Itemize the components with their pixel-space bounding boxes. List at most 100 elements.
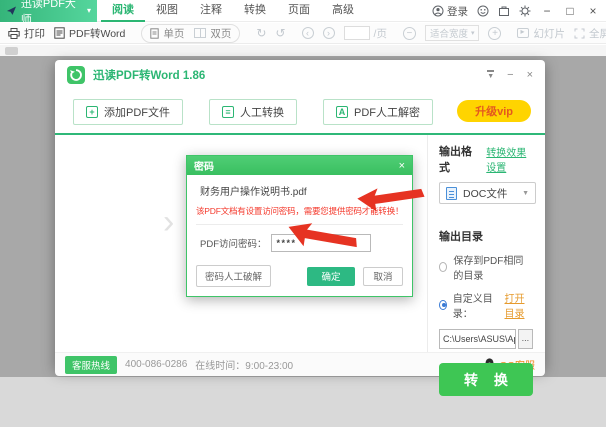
slideshow-icon	[517, 28, 529, 38]
double-page-icon	[194, 28, 206, 38]
same-dir-label: 保存到PDF相同的目录	[453, 252, 533, 282]
dialog-titlebar: 密码 ×	[187, 156, 412, 175]
hotline-badge: 客服热线	[65, 356, 117, 374]
tab-page[interactable]: 页面	[277, 0, 321, 22]
converter-logo-icon	[67, 66, 85, 84]
tab-convert[interactable]: 转换	[233, 0, 277, 22]
chevron-down-icon: ▼	[522, 190, 529, 197]
browse-button[interactable]: ...	[518, 329, 533, 349]
minimize-button[interactable]: −	[540, 4, 554, 18]
add-file-icon: +	[86, 106, 98, 118]
sidebar-toggle[interactable]	[5, 47, 18, 55]
slideshow-label: 幻灯片	[533, 26, 565, 41]
cancel-button[interactable]: 取消	[363, 267, 403, 286]
decrypt-icon: A	[336, 106, 348, 118]
pdf-decrypt-button[interactable]: A PDF人工解密	[323, 99, 433, 125]
ok-button[interactable]: 确定	[307, 267, 355, 286]
format-select[interactable]: DOC文件 ▼	[439, 182, 536, 204]
format-value: DOC文件	[463, 186, 516, 201]
single-page-label: 单页	[163, 26, 184, 41]
converter-close-button[interactable]: ×	[527, 69, 533, 81]
app-menu-button[interactable]: 迅读PDF大师 ▾	[0, 0, 97, 22]
page-suffix-label: /页	[374, 26, 387, 41]
zoom-mode-value: 适合宽度	[430, 26, 468, 40]
page-mode-group: 单页 双页	[141, 24, 240, 43]
settings-gear-icon[interactable]	[519, 5, 531, 17]
doc-file-icon	[446, 187, 457, 200]
theme-icon[interactable]	[477, 5, 489, 17]
output-path-input[interactable]: C:\Users\ASUS\AppDat	[439, 329, 516, 349]
hotline-phone: 400-086-0286	[125, 359, 187, 370]
page-number-input[interactable]	[344, 26, 370, 40]
open-dir-link[interactable]: 打开目录	[504, 290, 533, 320]
custom-dir-option[interactable]: 自定义目录： 打开目录	[439, 290, 533, 320]
single-page-button[interactable]: 单页	[150, 26, 184, 41]
converter-menu-button[interactable]: ▼	[487, 70, 494, 80]
manual-convert-button[interactable]: ≡ 人工转换	[209, 99, 297, 125]
path-row: C:\Users\ASUS\AppDat ...	[439, 329, 533, 349]
converter-minimize-button[interactable]: −	[507, 69, 513, 81]
convert-settings-link[interactable]: 转换效果设置	[486, 144, 533, 174]
double-page-label: 双页	[210, 26, 231, 41]
page-number-group: /页	[344, 26, 387, 41]
same-dir-option[interactable]: 保存到PDF相同的目录	[439, 252, 533, 282]
zoom-mode-select[interactable]: 适合宽度 ▾	[425, 25, 480, 41]
slideshow-button[interactable]: 幻灯片	[517, 26, 565, 41]
dialog-title: 密码	[194, 158, 214, 173]
next-page-button[interactable]: ›	[323, 27, 335, 39]
chevron-down-icon: ▾	[87, 6, 91, 15]
word-doc-icon	[54, 27, 65, 39]
app-window: 迅读PDF大师 ▾ 阅读 视图 注释 转换 页面 高级 登录 −	[0, 0, 606, 427]
crack-password-button[interactable]: 密码人工破解	[196, 265, 271, 287]
fullscreen-button[interactable]: 全屏	[574, 26, 606, 41]
zoom-in-button[interactable]: +	[488, 27, 501, 40]
hotline-hours: 在线时间：9:00-23:00	[195, 357, 293, 372]
custom-dir-label: 自定义目录：	[453, 290, 496, 320]
prev-page-button[interactable]: ‹	[302, 27, 314, 39]
add-pdf-label: 添加PDF文件	[104, 104, 170, 120]
user-icon	[432, 5, 444, 17]
rotate-right-button[interactable]: ↻	[256, 26, 266, 40]
manual-convert-label: 人工转换	[240, 104, 284, 120]
main-toolbar: 打印 PDF转Word 单页 双页 ↻ ↺ ‹ › /页 −	[0, 23, 606, 44]
login-label: 登录	[447, 4, 468, 19]
pdf-decrypt-label: PDF人工解密	[354, 104, 420, 120]
output-format-label: 输出格式	[439, 143, 473, 175]
close-button[interactable]: ×	[586, 4, 600, 18]
maximize-button[interactable]: □	[563, 4, 577, 18]
panel-divider	[427, 135, 428, 352]
tab-view[interactable]: 视图	[145, 0, 189, 22]
single-page-icon	[150, 28, 159, 39]
printer-icon	[8, 28, 20, 39]
add-pdf-button[interactable]: + 添加PDF文件	[73, 99, 183, 125]
toolbox-icon[interactable]	[498, 5, 510, 17]
dialog-close-button[interactable]: ×	[399, 160, 405, 172]
pdf-to-word-button[interactable]: PDF转Word	[54, 26, 125, 41]
background-chevron: ›	[163, 203, 174, 242]
upgrade-vip-button[interactable]: 升级vip	[457, 100, 531, 122]
zoom-out-button[interactable]: −	[403, 27, 416, 40]
converter-title: 迅读PDF转Word 1.86	[93, 67, 205, 83]
login-button[interactable]: 登录	[432, 4, 468, 19]
thumbnail-strip	[0, 45, 606, 56]
print-label: 打印	[24, 26, 45, 41]
pdf-to-word-label: PDF转Word	[69, 26, 125, 41]
manual-convert-icon: ≡	[222, 106, 234, 118]
ribbon-tabs: 阅读 视图 注释 转换 页面 高级	[101, 0, 365, 22]
radio-selected-icon	[439, 300, 447, 310]
print-button[interactable]: 打印	[8, 26, 45, 41]
convert-button[interactable]: 转 换	[439, 363, 533, 396]
fullscreen-label: 全屏	[589, 26, 606, 41]
double-page-button[interactable]: 双页	[194, 26, 231, 41]
output-dir-label: 输出目录	[439, 228, 483, 244]
titlebar-right: 登录 − □ ×	[432, 0, 600, 22]
output-panel: 输出格式 转换效果设置 DOC文件 ▼ 输出目录 保存到PDF相同的目录	[439, 135, 533, 396]
tab-annotate[interactable]: 注释	[189, 0, 233, 22]
tab-advanced[interactable]: 高级	[321, 0, 365, 22]
tab-read[interactable]: 阅读	[101, 0, 145, 22]
rotate-left-button[interactable]: ↺	[275, 26, 285, 40]
radio-unselected-icon	[439, 262, 447, 272]
password-label: PDF访问密码：	[200, 236, 267, 250]
main-titlebar: 迅读PDF大师 ▾ 阅读 视图 注释 转换 页面 高级 登录 −	[0, 0, 606, 22]
converter-tab-row: + 添加PDF文件 ≡ 人工转换 A PDF人工解密 升级vip	[55, 90, 545, 135]
